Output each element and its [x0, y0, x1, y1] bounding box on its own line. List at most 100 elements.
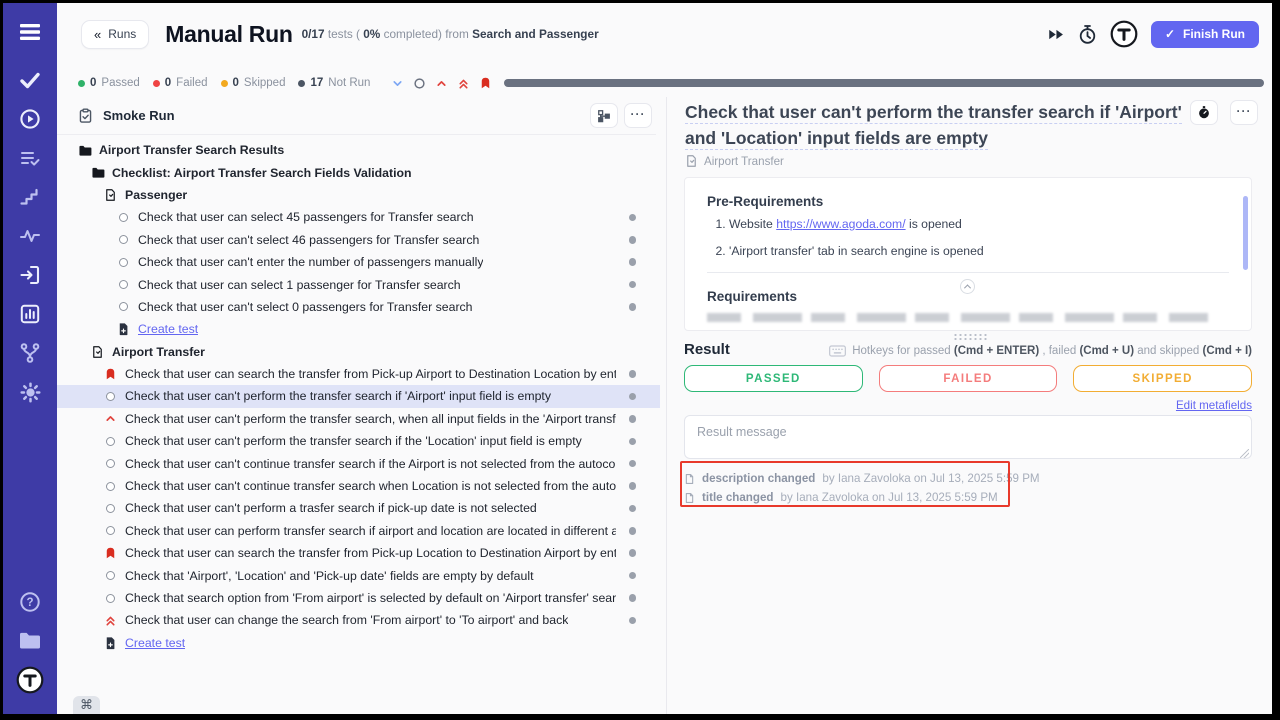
- test-row[interactable]: Check that user can perform transfer sea…: [57, 520, 660, 542]
- tree-item-label: Create test: [138, 322, 198, 336]
- user-avatar[interactable]: [1110, 20, 1138, 48]
- document-row[interactable]: Airport Transfer: [57, 341, 660, 363]
- stopwatch-filled-button[interactable]: [1190, 100, 1218, 125]
- test-row[interactable]: Check that user can change the search fr…: [57, 609, 660, 631]
- circle-status-icon: [103, 392, 118, 401]
- skipped-button[interactable]: SKIPPED: [1073, 365, 1252, 392]
- run-progress-summary: 0/17 tests ( 0% completed) from Search a…: [302, 27, 599, 41]
- circle-filter-icon[interactable]: [413, 77, 426, 90]
- detail-more-button[interactable]: ···: [1230, 100, 1258, 125]
- sidebar-profile-avatar-button[interactable]: [13, 665, 47, 695]
- not-run-dot-icon: [629, 460, 637, 468]
- folder-row[interactable]: Checklist: Airport Transfer Search Field…: [57, 161, 660, 183]
- folder-icon: [77, 144, 92, 157]
- stopwatch-icon[interactable]: [1078, 24, 1097, 45]
- blocker-flag-icon[interactable]: [479, 76, 492, 90]
- tree-item-label: Check that user can't perform the transf…: [125, 434, 582, 448]
- test-row[interactable]: Check that user can't continue transfer …: [57, 452, 660, 474]
- tests-check-icon: [18, 68, 42, 92]
- run-name: Smoke Run: [103, 108, 175, 123]
- screen-frame: ? « Runs Manual Run 0/17 tests ( 0% comp…: [0, 0, 1280, 720]
- sidebar-settings-gear-button[interactable]: [13, 377, 47, 407]
- test-row[interactable]: Check that user can search the transfer …: [57, 363, 660, 385]
- finish-run-label: Finish Run: [1183, 27, 1245, 41]
- panel-resize-grip[interactable]: [953, 333, 987, 340]
- test-row[interactable]: Check that user can't select 46 passenge…: [57, 229, 660, 251]
- hotkeys-text: Hotkeys for passed (Cmd + ENTER) , faile…: [852, 345, 1252, 357]
- keyboard-icon: [829, 345, 846, 357]
- test-row[interactable]: Check that user can't perform the transf…: [57, 385, 660, 407]
- tree-item-label: Check that user can select 45 passengers…: [138, 210, 474, 224]
- textarea-resize-handle[interactable]: [1240, 449, 1249, 458]
- fast-forward-icon[interactable]: [1047, 28, 1065, 41]
- menu-icon: [18, 22, 42, 42]
- create-test-link[interactable]: Create test: [57, 318, 660, 340]
- status-filter-icons: [391, 76, 492, 90]
- description-scrollbar[interactable]: [1243, 196, 1248, 270]
- test-row[interactable]: Check that 'Airport', 'Location' and 'Pi…: [57, 564, 660, 586]
- subtitle-part: 0/17: [302, 27, 325, 41]
- priority-high-icon[interactable]: [435, 77, 448, 90]
- back-to-runs-button[interactable]: « Runs: [81, 20, 149, 49]
- sidebar-menu-button[interactable]: [13, 17, 47, 47]
- failed-button[interactable]: FAILED: [879, 365, 1058, 392]
- status-dot-icon: [298, 80, 305, 87]
- result-heading: Result: [684, 341, 730, 358]
- test-row[interactable]: Check that user can't enter the number o…: [57, 251, 660, 273]
- not-run-dot-icon: [629, 549, 637, 557]
- circle-status-icon: [103, 571, 118, 580]
- sidebar-steps-button[interactable]: [13, 182, 47, 212]
- test-title[interactable]: Check that user can't perform the transf…: [685, 100, 1182, 151]
- document-row[interactable]: Passenger: [57, 184, 660, 206]
- tree-item-label: Airport Transfer: [112, 345, 205, 359]
- sidebar-branch-button[interactable]: [13, 338, 47, 368]
- run-statusbar: 0Passed0Failed0Skipped17Not Run: [57, 69, 1272, 97]
- prerequisite-link[interactable]: https://www.agoda.com/: [776, 217, 905, 231]
- pre-requirement-item: 'Airport transfer' tab in search engine …: [729, 244, 1229, 258]
- not-run-dot-icon: [629, 258, 637, 266]
- analytics-icon: [18, 302, 42, 326]
- test-row[interactable]: Check that user can't perform the transf…: [57, 408, 660, 430]
- not-run-dot-icon: [629, 505, 637, 513]
- create-test-link[interactable]: Create test: [57, 632, 660, 654]
- test-row[interactable]: Check that user can't perform a trasfer …: [57, 497, 660, 519]
- tree-view-button[interactable]: [590, 103, 618, 128]
- chevron-down-icon[interactable]: [391, 77, 404, 90]
- command-key-badge[interactable]: ⌘: [73, 696, 100, 714]
- tree-item-label: Checklist: Airport Transfer Search Field…: [112, 166, 412, 180]
- sidebar-analytics-button[interactable]: [13, 299, 47, 329]
- sidebar-test-plan-button[interactable]: [13, 143, 47, 173]
- sidebar-tests-check-button[interactable]: [13, 65, 47, 95]
- priority-critical-icon[interactable]: [457, 77, 470, 90]
- sidebar-help-button[interactable]: ?: [13, 587, 47, 617]
- tree-item-label: Check that search option from 'From airp…: [125, 591, 616, 605]
- sidebar-projects-folder-button[interactable]: [13, 626, 47, 656]
- not-run-dot-icon: [629, 482, 637, 490]
- test-row[interactable]: Check that user can't select 0 passenger…: [57, 296, 660, 318]
- pre-requirements-list: Website https://www.agoda.com/ is opened…: [707, 217, 1229, 258]
- passed-button[interactable]: PASSED: [684, 365, 863, 392]
- run-more-button[interactable]: ···: [624, 103, 652, 128]
- edit-metafields-link[interactable]: Edit metafields: [1176, 399, 1252, 412]
- sidebar-sign-in-button[interactable]: [13, 260, 47, 290]
- finish-run-button[interactable]: ✓ Finish Run: [1151, 21, 1259, 48]
- tree-item-label: Airport Transfer Search Results: [99, 143, 284, 157]
- test-row[interactable]: Check that user can search the transfer …: [57, 542, 660, 564]
- status-dot-icon: [78, 80, 85, 87]
- test-row[interactable]: Check that user can select 45 passengers…: [57, 206, 660, 228]
- steps-icon: [18, 185, 42, 209]
- sidebar-pulse-button[interactable]: [13, 221, 47, 251]
- subtitle-part: completed) from: [380, 27, 472, 41]
- test-row[interactable]: Check that search option from 'From airp…: [57, 587, 660, 609]
- run-clipboard-icon: [78, 108, 93, 124]
- folder-row[interactable]: Airport Transfer Search Results: [57, 139, 660, 161]
- test-row[interactable]: Check that user can't perform the transf…: [57, 430, 660, 452]
- detail-header-buttons: ···: [1190, 100, 1258, 151]
- sidebar-play-circle-button[interactable]: [13, 104, 47, 134]
- result-message-input[interactable]: [684, 415, 1252, 459]
- test-row[interactable]: Check that user can select 1 passenger f…: [57, 273, 660, 295]
- collapse-section-handle[interactable]: [960, 279, 975, 294]
- tree-item-label: Check that user can't continue transfer …: [125, 457, 616, 471]
- priority-high-icon: [103, 412, 118, 425]
- test-row[interactable]: Check that user can't continue transfer …: [57, 475, 660, 497]
